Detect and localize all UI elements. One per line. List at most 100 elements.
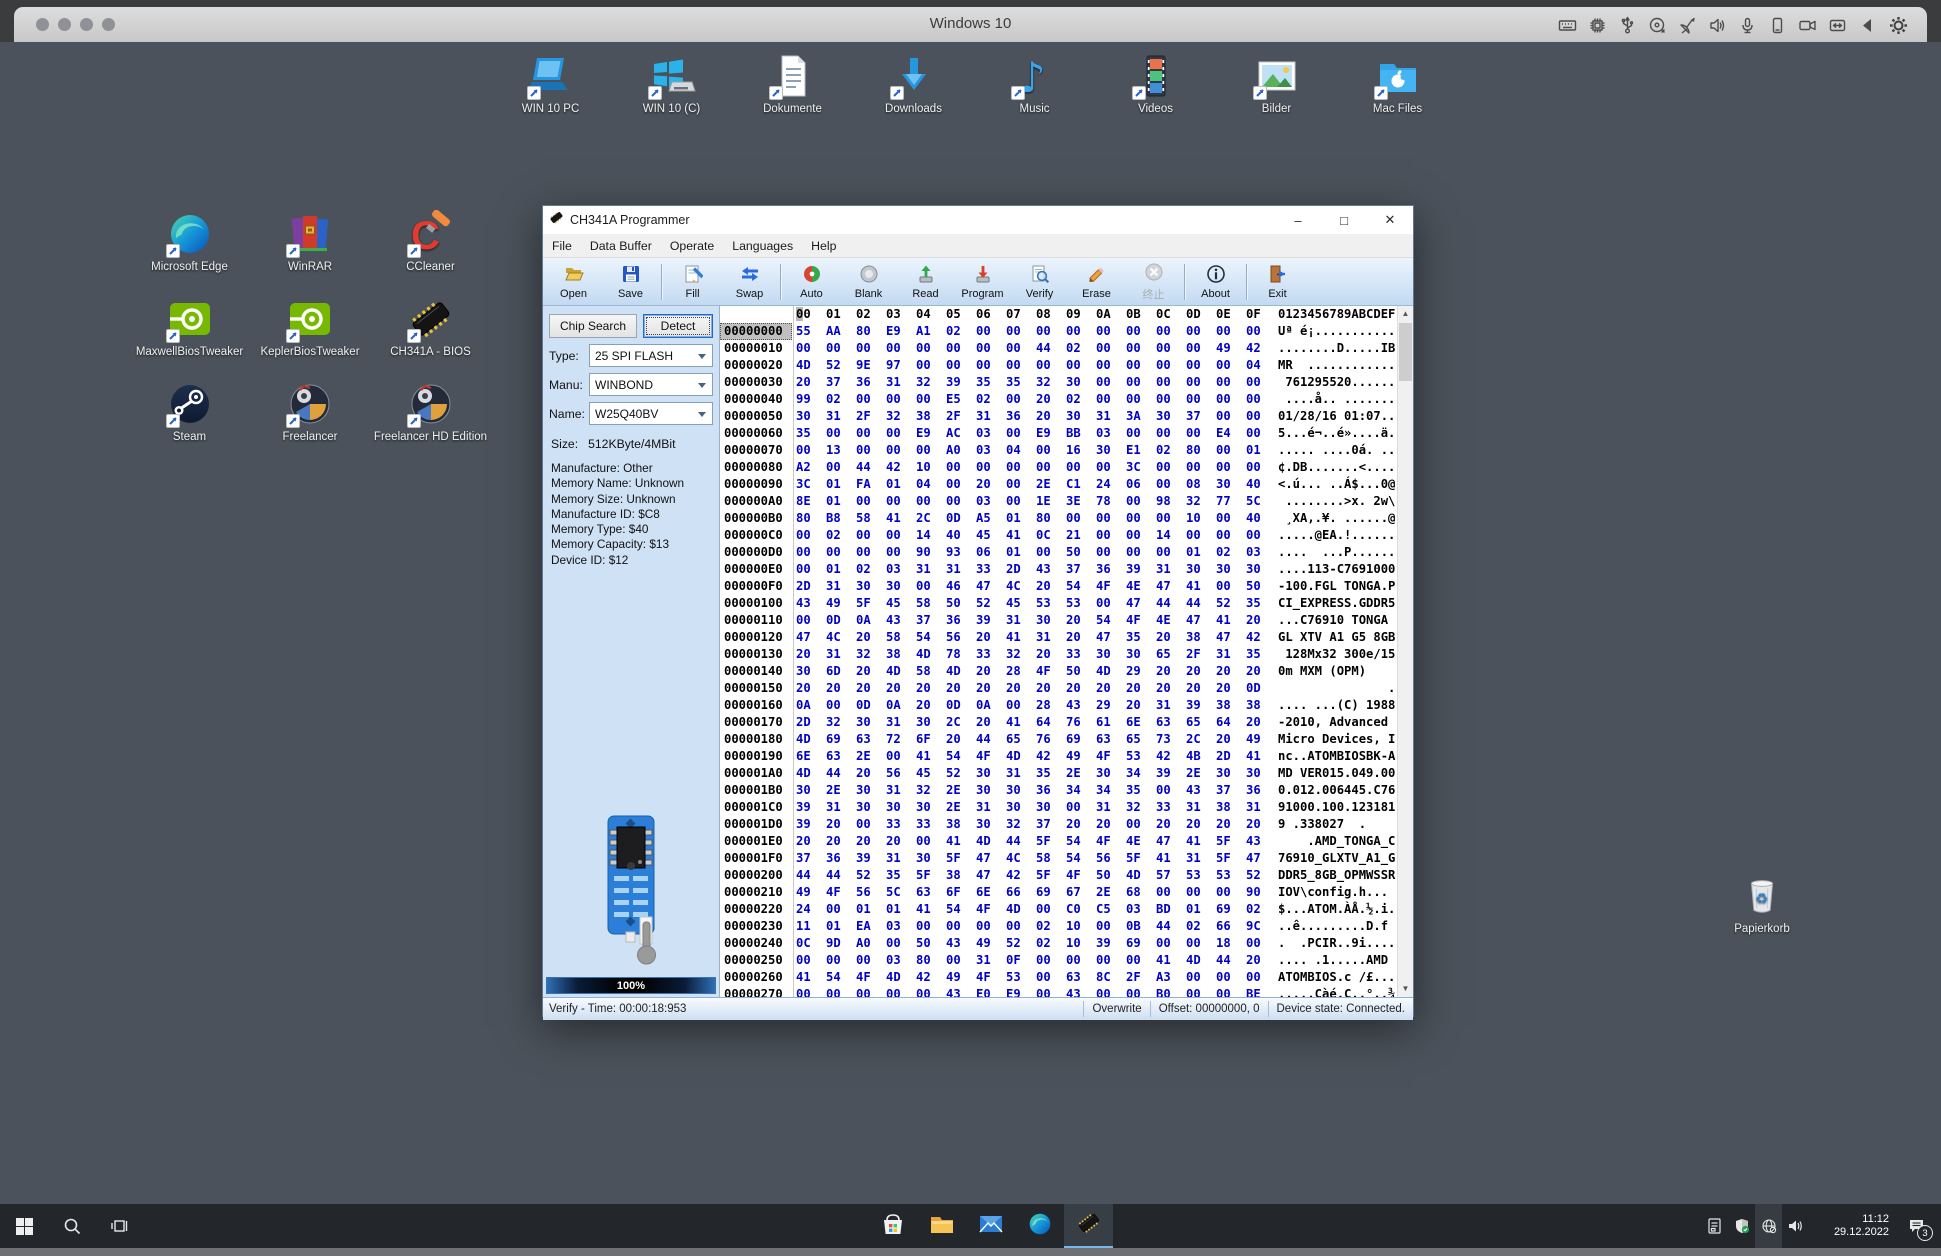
hex-ascii[interactable]: 5...é¬..é»....ä. [1278,425,1395,442]
hex-address[interactable]: 00000010 [720,340,792,357]
hex-bytes[interactable]: 43 49 5F 45 58 50 52 45 53 53 00 47 44 44 52 35 [796,595,1276,612]
hex-address[interactable]: 00000260 [720,969,792,986]
hex-address[interactable]: 000000D0 [720,544,792,561]
desktop-icon-downloads[interactable]: Downloads [853,52,974,115]
menu-file[interactable]: File [543,234,581,257]
hex-row-00000030[interactable]: 00000030 20 37 36 31 32 39 35 35 32 30 00 00 00 00 00 00… [720,374,1413,391]
camera-icon[interactable] [1798,16,1817,35]
hex-address[interactable]: 00000160 [720,697,792,714]
tray-document-icon[interactable] [1701,1204,1728,1248]
hex-row-00000230[interactable]: 00000230 11 01 EA 03 00 00 00 00 02 10 00 0B 44 02 66 9C… [720,918,1413,935]
desktop-icon-bilder[interactable]: Bilder [1216,52,1337,115]
hex-bytes[interactable]: 30 6D 20 4D 58 4D 20 28 4F 50 4D 29 20 20 20 20 [796,663,1276,680]
taskbar-edge-taskbar-icon[interactable] [1015,1204,1064,1248]
hex-row-00000120[interactable]: 00000120 47 4C 20 58 54 56 20 41 31 20 47 35 20 38 47 42… [720,629,1413,646]
detect-button[interactable]: Detect [643,314,713,338]
minimize-button[interactable]: – [1275,206,1321,234]
hex-address[interactable]: 000001E0 [720,833,792,850]
chip-name-select[interactable]: W25Q40BV [589,402,713,425]
hex-row-000000A0[interactable]: 000000A0 8E 01 00 00 00 00 03 00 1E 3E 78 00 98 32 77 5C… [720,493,1413,510]
hex-bytes[interactable]: 6E 63 2E 00 41 54 4F 4D 42 49 4F 53 42 4B 2D 41 [796,748,1276,765]
hex-row-000000B0[interactable]: 000000B0 80 B8 58 41 2C 0D A5 01 80 00 00 00 00 10 00 40… [720,510,1413,527]
hex-bytes[interactable]: 00 13 00 00 00 A0 03 04 00 16 30 E1 02 80 00 01 [796,442,1276,459]
recycle-bin[interactable]: ♻ Papierkorb [1712,872,1812,935]
hex-bytes[interactable]: 0C 9D A0 00 50 43 49 52 02 10 39 69 00 00 18 00 [796,935,1276,952]
toolbar-fill-icon[interactable]: Fill [664,259,721,305]
hex-bytes[interactable]: 35 00 00 00 E9 AC 03 00 E9 BB 03 00 00 00 E4 00 [796,425,1276,442]
hex-row-00000210[interactable]: 00000210 49 4F 56 5C 63 6F 6E 66 69 67 2E 68 00 00 00 90… [720,884,1413,901]
hex-bytes[interactable]: 00 00 00 00 90 93 06 01 00 50 00 00 00 01 02 03 [796,544,1276,561]
hex-bytes[interactable]: 00 01 02 03 31 31 33 2D 43 37 36 39 31 30 30 30 [796,561,1276,578]
action-center-icon[interactable]: 3 [1895,1204,1937,1248]
hex-row-000001D0[interactable]: 000001D0 39 20 00 33 33 38 30 32 37 20 20 00 20 20 20 20… [720,816,1413,833]
hex-ascii[interactable]: -2010, Advanced [1278,714,1395,731]
vm-toolbar-icons[interactable] [1558,15,1909,36]
hex-row-00000260[interactable]: 00000260 41 54 4F 4D 42 49 4F 53 00 63 8C 2F A3 00 00 00… [720,969,1413,986]
hex-address[interactable]: 000001D0 [720,816,792,833]
hex-address[interactable]: 00000050 [720,408,792,425]
scrollbar-thumb[interactable] [1399,323,1412,381]
hex-row-00000160[interactable]: 00000160 0A 00 0D 0A 20 0D 0A 00 28 43 29 20 31 39 38 38… [720,697,1413,714]
hex-ascii[interactable]: 761295520...... [1278,374,1395,391]
hex-ascii[interactable]: nc..ATOMBIOSBK-A [1278,748,1395,765]
hex-row-00000040[interactable]: 00000040 99 02 00 00 00 E5 02 00 20 02 00 00 00 00 00 00… [720,391,1413,408]
device-icon[interactable] [1768,16,1787,35]
hex-address[interactable]: 000000E0 [720,561,792,578]
hex-address[interactable]: 00000180 [720,731,792,748]
hex-row-00000250[interactable]: 00000250 00 00 00 03 80 00 31 0F 00 00 00 00 41 4D 44 20… [720,952,1413,969]
menu-operate[interactable]: Operate [661,234,723,257]
hex-ascii[interactable]: ATOMBIOS.c /£... [1278,969,1395,986]
hex-ascii[interactable]: MR ............ [1278,357,1395,374]
hex-row-000000E0[interactable]: 000000E0 00 01 02 03 31 31 33 2D 43 37 36 39 31 30 30 30… [720,561,1413,578]
hex-address[interactable]: 00000030 [720,374,792,391]
desktop-icon-maxwellbiostweaker[interactable]: MaxwellBiosTweaker [129,295,250,358]
hex-scrollbar[interactable]: ▲ ▼ [1397,306,1413,997]
hex-address[interactable]: 000001C0 [720,799,792,816]
hex-address[interactable]: 000001A0 [720,765,792,782]
hex-row-000001A0[interactable]: 000001A0 4D 44 20 56 45 52 30 31 35 2E 30 34 39 2E 30 30… [720,765,1413,782]
desktop-icon-win-10-pc[interactable]: WIN 10 PC [490,52,611,115]
toolbar-erase-icon[interactable]: Erase [1068,259,1125,305]
hex-bytes[interactable]: 49 4F 56 5C 63 6F 6E 66 69 67 2E 68 00 00 00 90 [796,884,1276,901]
hex-row-00000060[interactable]: 00000060 35 00 00 00 E9 AC 03 00 E9 BB 03 00 00 00 E4 00… [720,425,1413,442]
hex-row-00000080[interactable]: 00000080 A2 00 44 42 10 00 00 00 00 00 00 3C 00 00 00 00… [720,459,1413,476]
hex-row-00000070[interactable]: 00000070 00 13 00 00 00 A0 03 04 00 16 30 E1 02 80 00 01… [720,442,1413,459]
taskbar-clock[interactable]: 11:12 29.12.2022 [1813,1213,1889,1239]
hex-ascii[interactable]: -100.FGL TONGA.P [1278,578,1395,595]
desktop-icon-ch341a-bios[interactable]: CH341A - BIOS [370,295,491,358]
hex-bytes[interactable]: 4D 52 9E 97 00 00 00 00 00 00 00 00 00 00 00 04 [796,357,1276,374]
hex-ascii[interactable]: Micro Devices, I [1278,731,1395,748]
hex-bytes[interactable]: 99 02 00 00 00 E5 02 00 20 02 00 00 00 00 00 00 [796,391,1276,408]
toolbar-open-icon[interactable]: Open [545,259,602,305]
hex-row-00000270[interactable]: 00000270 00 00 00 00 00 43 E0 E9 00 43 00 00 B0 00 00 BE… [720,986,1413,997]
hex-bytes[interactable]: 20 20 20 20 00 41 4D 44 5F 54 4F 4E 47 41 5F 43 [796,833,1276,850]
audio-icon[interactable] [1708,16,1727,35]
hex-address[interactable]: 000001F0 [720,850,792,867]
hex-bytes[interactable]: 80 B8 58 41 2C 0D A5 01 80 00 00 00 00 10 00 40 [796,510,1276,527]
hex-bytes[interactable]: 2D 31 30 30 00 46 47 4C 20 54 4F 4E 47 41 00 50 [796,578,1276,595]
hex-bytes[interactable]: 47 4C 20 58 54 56 20 41 31 20 47 35 20 38 47 42 [796,629,1276,646]
toolbar-save-icon[interactable]: Save [602,259,659,305]
toolbar-verify-icon[interactable]: Verify [1011,259,1068,305]
tray-defender-icon[interactable] [1728,1204,1755,1248]
desktop-icon-dokumente[interactable]: Dokumente [732,52,853,115]
hex-address[interactable]: 00000140 [720,663,792,680]
hex-address[interactable]: 00000020 [720,357,792,374]
hex-address[interactable]: 00000070 [720,442,792,459]
hex-row-00000140[interactable]: 00000140 30 6D 20 4D 58 4D 20 28 4F 50 4D 29 20 20 20 20… [720,663,1413,680]
hex-bytes[interactable]: 39 20 00 33 33 38 30 32 37 20 20 00 20 20 20 20 [796,816,1276,833]
hex-ascii[interactable]: CI_EXPRESS.GDDR5 [1278,595,1395,612]
hex-ascii[interactable]: ........>x. 2w\ [1278,493,1395,510]
disc-icon[interactable] [1648,16,1667,35]
hex-bytes[interactable]: 41 54 4F 4D 42 49 4F 53 00 63 8C 2F A3 00 00 00 [796,969,1276,986]
hex-address[interactable]: 00000230 [720,918,792,935]
hex-address[interactable]: 00000210 [720,884,792,901]
hex-bytes[interactable]: A2 00 44 42 10 00 00 00 00 00 00 3C 00 00 00 00 [796,459,1276,476]
hex-bytes[interactable]: 2D 32 30 31 30 2C 20 41 64 76 61 6E 63 65 64 20 [796,714,1276,731]
hex-address[interactable]: 000000A0 [720,493,792,510]
hex-row-000001F0[interactable]: 000001F0 37 36 39 31 30 5F 47 4C 58 54 56 5F 41 31 5F 47… [720,850,1413,867]
hex-row-00000130[interactable]: 00000130 20 31 32 38 4D 78 33 32 20 33 30 30 65 2F 31 35… [720,646,1413,663]
hex-address[interactable]: 00000040 [720,391,792,408]
desktop-icon-music[interactable]: ♪ Music [974,52,1095,115]
hex-row-00000110[interactable]: 00000110 00 0D 0A 43 37 36 39 31 30 20 54 4F 4E 47 41 20… [720,612,1413,629]
